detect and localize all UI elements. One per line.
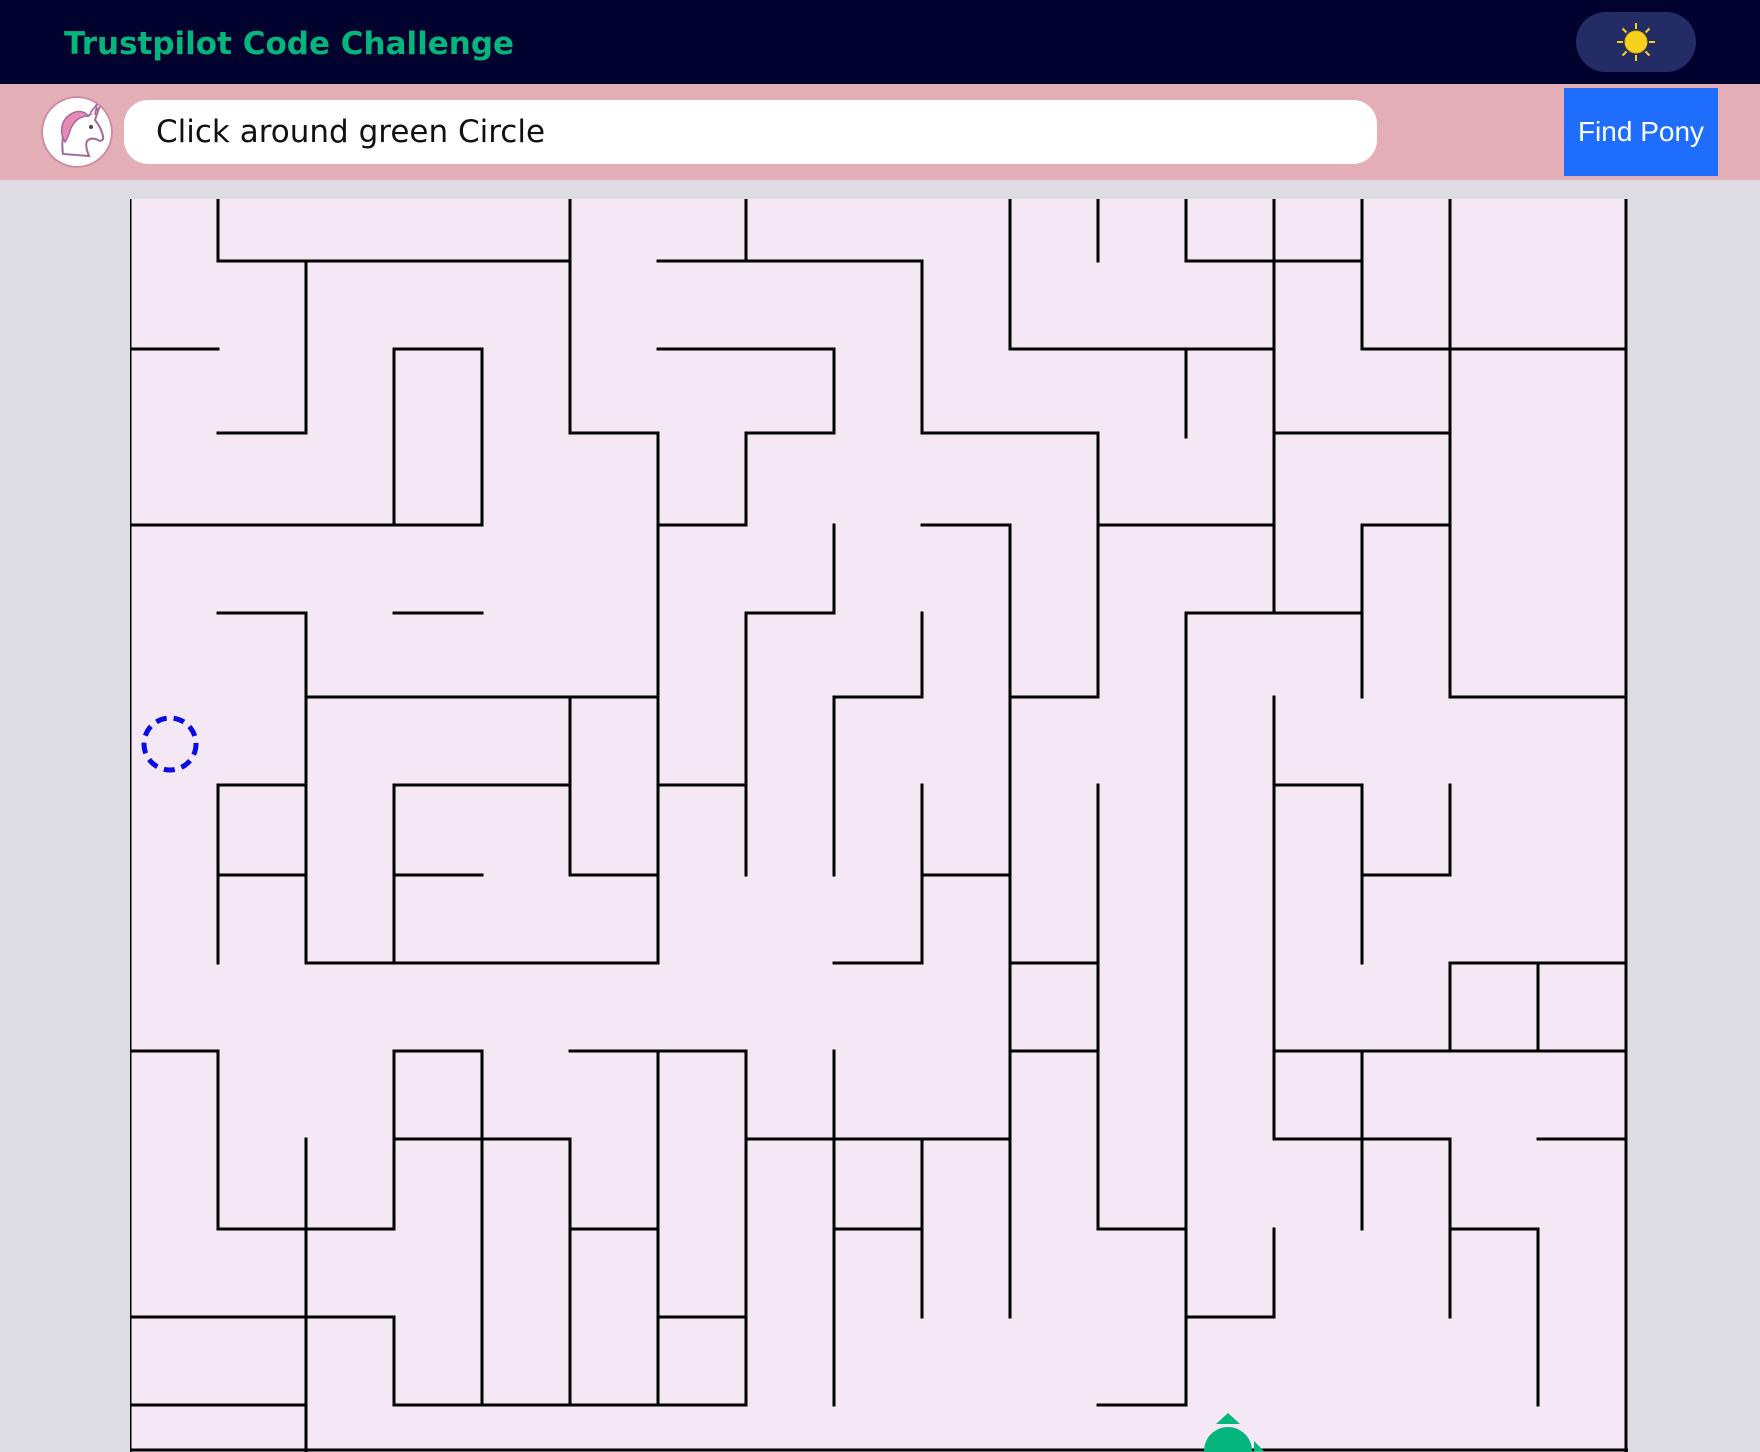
- app-title: Trustpilot Code Challenge: [64, 26, 515, 62]
- green-circle-player-icon[interactable]: [1204, 1413, 1264, 1452]
- top-navbar: Trustpilot Code Challenge: [0, 0, 1760, 84]
- maze-board[interactable]: [130, 199, 1628, 1452]
- unicorn-avatar: [41, 96, 113, 168]
- message-input[interactable]: [124, 100, 1377, 164]
- theme-toggle[interactable]: [1576, 12, 1696, 72]
- control-bar: Find Pony: [0, 84, 1760, 180]
- sun-icon: [1617, 23, 1655, 61]
- find-pony-button[interactable]: Find Pony: [1564, 88, 1718, 176]
- dashed-circle-target-icon[interactable]: [141, 715, 199, 773]
- maze-canvas[interactable]: [130, 199, 1628, 1452]
- unicorn-icon: [60, 103, 105, 158]
- maze-walls: [130, 199, 1628, 1452]
